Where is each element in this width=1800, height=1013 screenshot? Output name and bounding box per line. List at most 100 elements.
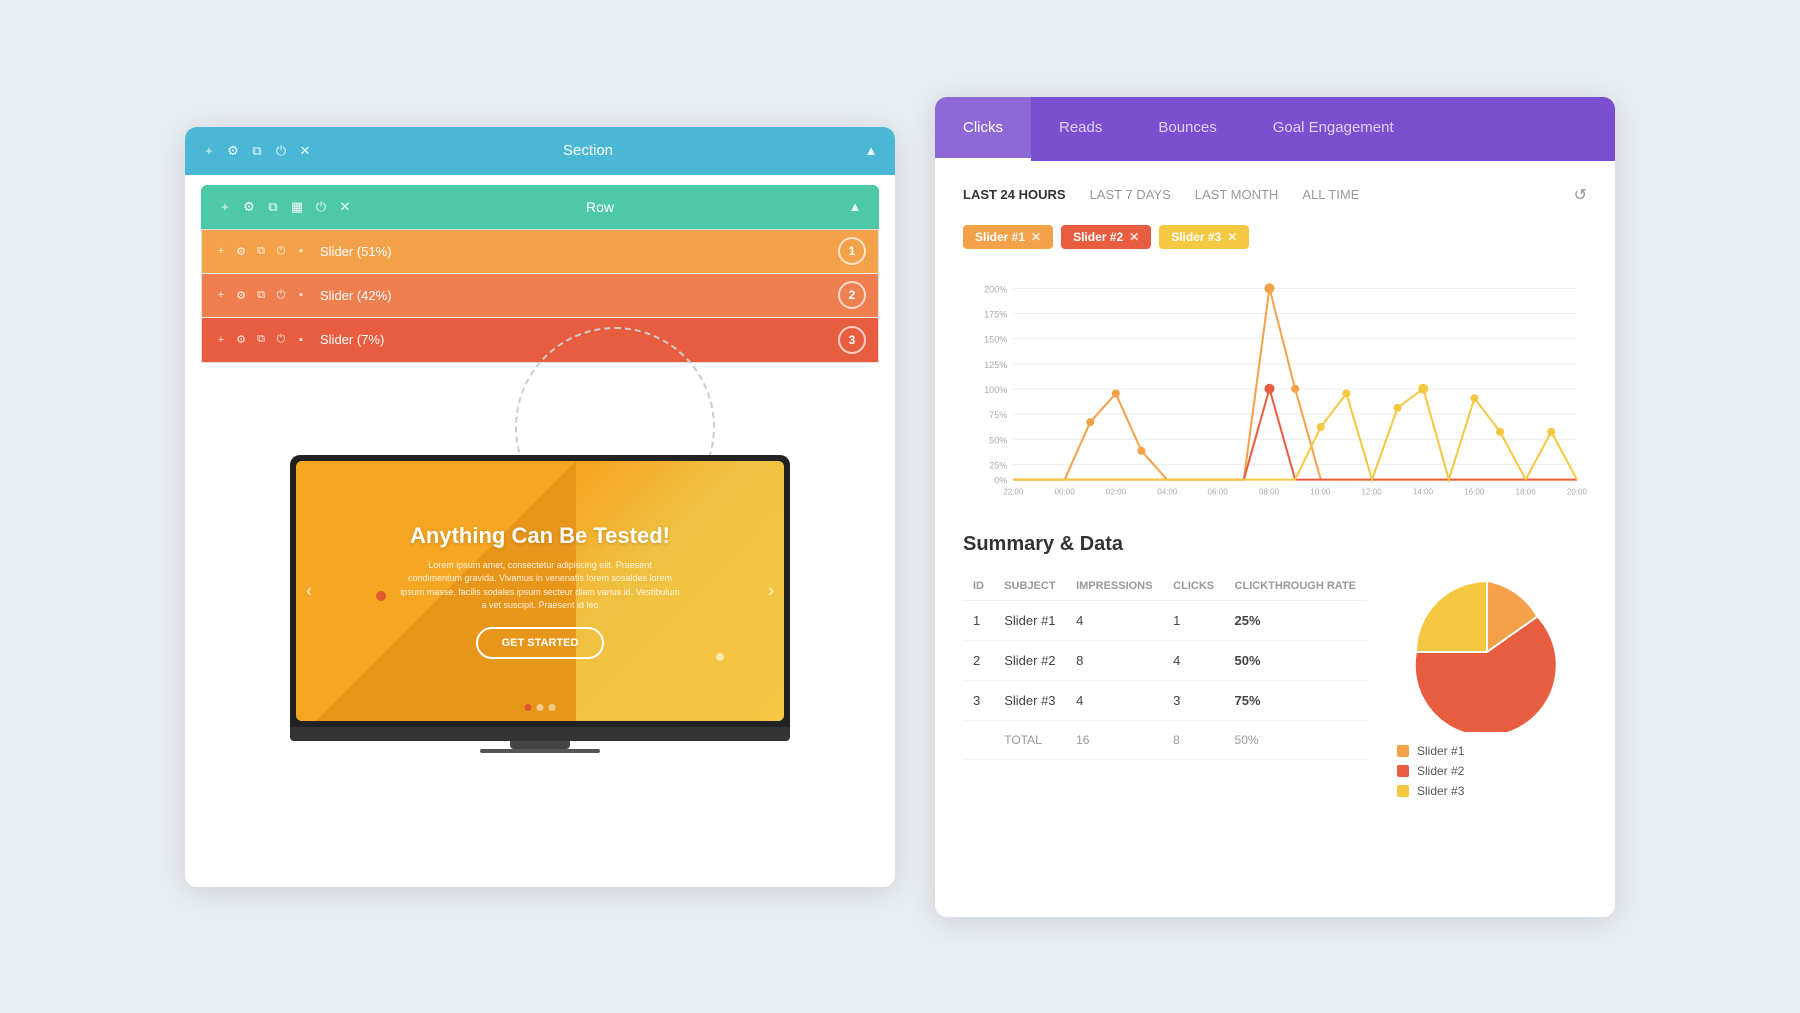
chart-slider3-icon[interactable]: ▪ (294, 333, 308, 347)
screen-title: Anything Can Be Tested! (410, 523, 670, 549)
collapse-row-icon[interactable]: ▲ (847, 199, 863, 215)
row1-subject: Slider #1 (994, 600, 1066, 640)
tab-reads[interactable]: Reads (1031, 97, 1130, 161)
power-row-icon[interactable]: ⏻ (313, 199, 329, 215)
filter-tag-slider2[interactable]: Slider #2 ✕ (1061, 225, 1151, 249)
reset-button[interactable]: ↺ (1574, 185, 1587, 205)
settings-slider3-icon[interactable]: ⚙ (234, 333, 248, 347)
filter-tags: Slider #1 ✕ Slider #2 ✕ Slider #3 ✕ (963, 225, 1587, 249)
chart-dot-yellow-19 (1496, 427, 1504, 435)
settings-row-icon[interactable]: ⚙ (241, 199, 257, 215)
power-slider2-icon[interactable]: ⏻ (274, 288, 288, 302)
chart-dot-yellow-18 (1470, 394, 1478, 402)
grid-row-icon[interactable]: ▦ (289, 199, 305, 215)
total-impressions: 16 (1066, 720, 1163, 759)
screen-dot-1[interactable] (525, 704, 532, 711)
svg-text:18:00: 18:00 (1516, 487, 1537, 496)
row-bar: + ⚙ ⧉ ▦ ⏻ ✕ Row ▲ (201, 185, 879, 229)
add-row-icon[interactable]: + (217, 199, 233, 215)
row1-impressions: 4 (1066, 600, 1163, 640)
slider-row-2[interactable]: + ⚙ ⧉ ⏻ ▪ Slider (42%) 2 (202, 274, 878, 318)
row-bar-icons: + ⚙ ⧉ ▦ ⏻ ✕ (217, 199, 353, 215)
screen-body: Lorem ipsum amet, consectetur adipiscing… (400, 559, 680, 613)
laptop-screen-inner: Anything Can Be Tested! Lorem ipsum amet… (296, 461, 784, 721)
svg-text:175%: 175% (984, 309, 1007, 319)
filter-lastmonth[interactable]: LAST MONTH (1195, 187, 1279, 202)
add-slider2-icon[interactable]: + (214, 288, 228, 302)
svg-text:08:00: 08:00 (1259, 487, 1280, 496)
delete-section-icon[interactable]: ✕ (297, 143, 313, 159)
chart-slider1-icon[interactable]: ▪ (294, 244, 308, 258)
settings-slider2-icon[interactable]: ⚙ (234, 288, 248, 302)
row3-subject: Slider #3 (994, 680, 1066, 720)
row2-impressions: 8 (1066, 640, 1163, 680)
duplicate-slider2-icon[interactable]: ⧉ (254, 288, 268, 302)
duplicate-row-icon[interactable]: ⧉ (265, 199, 281, 215)
filter-tag-slider3-remove[interactable]: ✕ (1227, 230, 1237, 244)
total-rate: 50% (1225, 720, 1367, 759)
filter-last7d[interactable]: LAST 7 DAYS (1090, 187, 1171, 202)
delete-row-icon[interactable]: ✕ (337, 199, 353, 215)
chart-slider2-icon[interactable]: ▪ (294, 288, 308, 302)
summary-layout: ID SUBJECT IMPRESSIONS CLICKS CLICKTHROU… (963, 572, 1587, 798)
svg-text:02:00: 02:00 (1106, 487, 1127, 496)
power-section-icon[interactable]: ⏻ (273, 143, 289, 159)
chart-line-yellow (1013, 388, 1577, 479)
tabs-bar: Clicks Reads Bounces Goal Engagement (935, 97, 1615, 161)
filter-last24h[interactable]: LAST 24 HOURS (963, 187, 1066, 202)
chart-dot-orange-4 (1112, 389, 1120, 397)
power-slider3-icon[interactable]: ⏻ (274, 333, 288, 347)
svg-text:150%: 150% (984, 334, 1007, 344)
laptop-screen: Anything Can Be Tested! Lorem ipsum amet… (290, 455, 790, 727)
slider1-number: 1 (838, 237, 866, 265)
filter-tag-slider1-remove[interactable]: ✕ (1031, 230, 1041, 244)
legend-slider3: Slider #3 (1397, 784, 1587, 798)
screen-dot-2[interactable] (537, 704, 544, 711)
laptop-stand (510, 741, 570, 749)
settings-section-icon[interactable]: ⚙ (225, 143, 241, 159)
chart-line-orange (1013, 288, 1577, 479)
screen-dot-3[interactable] (549, 704, 556, 711)
settings-slider1-icon[interactable]: ⚙ (234, 244, 248, 258)
filter-tag-slider2-remove[interactable]: ✕ (1129, 230, 1139, 244)
chart-dot-orange-11 (1291, 384, 1299, 392)
add-slider1-icon[interactable]: + (214, 244, 228, 258)
legend-label-slider2: Slider #2 (1417, 764, 1464, 778)
duplicate-slider1-icon[interactable]: ⧉ (254, 244, 268, 258)
duplicate-section-icon[interactable]: ⧉ (249, 143, 265, 159)
tab-bounces[interactable]: Bounces (1130, 97, 1244, 161)
collapse-section-icon[interactable]: ▲ (863, 143, 879, 159)
laptop-base (290, 727, 790, 741)
row1-rate: 25% (1225, 600, 1367, 640)
screen-prev-arrow[interactable]: ‹ (306, 580, 312, 601)
chart-dot-orange-10 (1264, 283, 1274, 293)
svg-text:200%: 200% (984, 284, 1007, 294)
row3-rate: 75% (1225, 680, 1367, 720)
slider-row-1[interactable]: + ⚙ ⧉ ⏻ ▪ Slider (51%) 1 (202, 230, 878, 274)
svg-text:16:00: 16:00 (1464, 487, 1485, 496)
row3-clicks: 3 (1163, 680, 1224, 720)
svg-text:75%: 75% (989, 410, 1007, 420)
filter-tag-slider1[interactable]: Slider #1 ✕ (963, 225, 1053, 249)
tab-clicks[interactable]: Clicks (935, 97, 1031, 161)
chart-line-red (1013, 388, 1577, 479)
screen-next-arrow[interactable]: › (768, 580, 774, 601)
tab-goal-engagement[interactable]: Goal Engagement (1245, 97, 1422, 161)
power-slider1-icon[interactable]: ⏻ (274, 244, 288, 258)
legend-dot-slider3 (1397, 785, 1409, 797)
pie-chart (1407, 572, 1567, 732)
screen-cta-button[interactable]: GET STARTED (476, 627, 605, 659)
filter-tag-slider1-label: Slider #1 (975, 230, 1025, 244)
add-slider3-icon[interactable]: + (214, 333, 228, 347)
pie-segment-slider3 (1417, 582, 1487, 652)
row2-clicks: 4 (1163, 640, 1224, 680)
slider-row-3[interactable]: + ⚙ ⧉ ⏻ ▪ Slider (7%) 3 (202, 318, 878, 362)
laptop-illustration: Anything Can Be Tested! Lorem ipsum amet… (185, 373, 895, 753)
total-clicks: 8 (1163, 720, 1224, 759)
add-section-icon[interactable]: + (201, 143, 217, 159)
duplicate-slider3-icon[interactable]: ⧉ (254, 333, 268, 347)
screen-content: Anything Can Be Tested! Lorem ipsum amet… (296, 461, 784, 721)
filter-alltime[interactable]: ALL TIME (1302, 187, 1359, 202)
row1-id: 1 (963, 600, 994, 640)
filter-tag-slider3[interactable]: Slider #3 ✕ (1159, 225, 1249, 249)
